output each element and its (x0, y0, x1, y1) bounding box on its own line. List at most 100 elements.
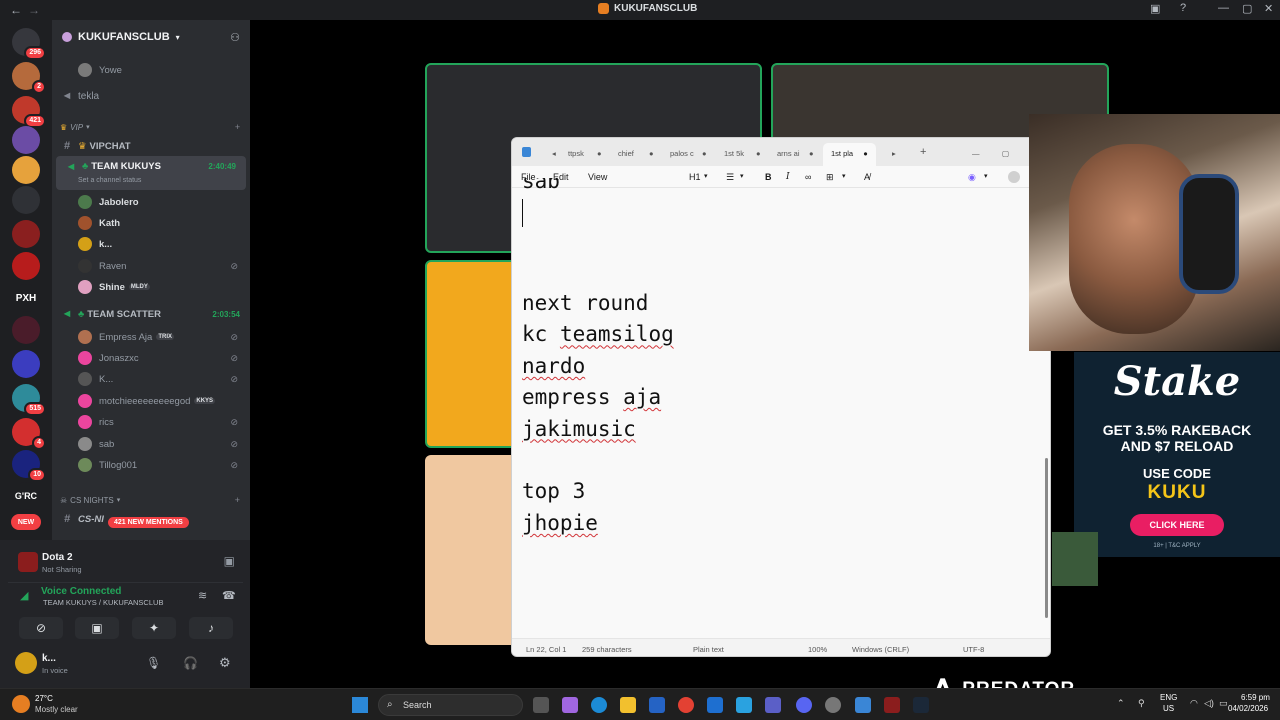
tray-chevron-icon[interactable]: ⌃ (1117, 698, 1125, 709)
category-vip[interactable]: ♛ VIP ▾ + (52, 117, 250, 137)
channel-team-kukuys[interactable]: ◄ ♣ TEAM KUKUYS 2:40:49 Set a channel stat… (56, 156, 246, 190)
voice-channel-label[interactable]: TEAM KUKUYS / KUKUFANSCLUB (43, 598, 163, 607)
windows-start-icon[interactable] (352, 697, 368, 713)
voice-connected-label[interactable]: Voice Connected (41, 586, 121, 597)
server-icon[interactable]: 4 (12, 418, 46, 450)
list-icon[interactable]: ☰ (726, 172, 734, 183)
activities-button[interactable]: ✦ (132, 617, 176, 639)
tab-scroll-right-icon[interactable]: ▸ (892, 149, 896, 158)
maximize-icon[interactable]: ▢ (1242, 2, 1252, 15)
back-icon[interactable]: ← (10, 3, 22, 17)
chrome-icon[interactable] (678, 697, 694, 713)
channel-vipchat[interactable]: # ♛ VIPCHAT (52, 136, 250, 156)
server-dm[interactable]: 296 (12, 28, 46, 60)
italic-icon[interactable]: I (786, 172, 790, 182)
category-cs-nights[interactable]: ☠ CS NIGHTS ▾ + (52, 490, 250, 510)
server-icon[interactable] (12, 156, 40, 184)
voice-member[interactable]: sab ⊘ (52, 434, 250, 454)
settings-gear-icon[interactable]: ⚙ (219, 655, 231, 671)
mail-icon[interactable] (707, 697, 723, 713)
inbox-icon[interactable]: ▣ (1150, 2, 1160, 15)
input-language[interactable]: ENG (1160, 693, 1177, 702)
voice-member[interactable]: K... ⊘ (52, 369, 250, 389)
notepad-tab[interactable]: 1st 5k (724, 149, 744, 158)
channel-status[interactable]: Set a channel status (78, 177, 141, 184)
noise-suppression-icon[interactable]: ≋ (198, 589, 207, 602)
forward-icon[interactable]: → (28, 3, 40, 17)
server-pxh[interactable]: PXH (12, 284, 40, 312)
link-icon[interactable]: ∞ (805, 172, 811, 182)
copilot-icon[interactable]: ◉ (968, 172, 976, 183)
maximize-icon[interactable]: ▢ (1002, 149, 1009, 158)
task-view-icon[interactable] (533, 697, 549, 713)
input-region[interactable]: US (1163, 704, 1174, 713)
add-member-icon[interactable]: ⚇ (230, 31, 240, 44)
screen-share-icon[interactable]: ▣ (224, 554, 235, 568)
copilot-icon[interactable] (562, 697, 578, 713)
channel-tekla[interactable]: ◄ tekla (52, 86, 250, 106)
server-icon[interactable] (12, 220, 40, 248)
steam-icon[interactable] (913, 697, 929, 713)
server-grc[interactable]: G'RC (12, 482, 40, 510)
text-format[interactable]: Plain text (693, 645, 724, 654)
clock-date[interactable]: 04/02/2026 (1228, 704, 1268, 713)
notepad-tab[interactable]: palos c (670, 149, 694, 158)
teams-icon[interactable] (765, 697, 781, 713)
channel-team-scatter[interactable]: ◄ ♣ TEAM SCATTER 2:03:54 (52, 304, 250, 324)
add-channel-icon[interactable]: + (235, 495, 240, 505)
server-icon[interactable]: 2 (12, 62, 46, 94)
clock-time[interactable]: 6:59 pm (1241, 693, 1270, 702)
new-servers-pill[interactable]: NEW (11, 514, 41, 530)
line-ending[interactable]: Windows (CRLF) (852, 645, 909, 654)
tray-app-icon[interactable]: ⚲ (1138, 698, 1145, 709)
server-icon[interactable]: 515 (12, 384, 46, 416)
voice-member[interactable]: rics ⊘ (52, 412, 250, 432)
app-icon[interactable] (825, 697, 841, 713)
server-icon[interactable] (12, 126, 40, 154)
file-explorer-icon[interactable] (620, 697, 636, 713)
camera-button[interactable]: ⊘ (19, 617, 63, 639)
encoding[interactable]: UTF-8 (963, 645, 984, 654)
server-icon[interactable] (12, 316, 40, 344)
server-icon[interactable]: 10 (12, 450, 46, 482)
heading-dropdown[interactable]: H1 (689, 172, 701, 182)
notepad-tab[interactable]: arns ai (777, 149, 800, 158)
dota-taskbar-icon[interactable] (884, 697, 900, 713)
minimize-icon[interactable]: — (1218, 2, 1229, 14)
new-tab-icon[interactable]: + (920, 146, 926, 158)
voice-member[interactable]: motchieeeeeeeeegod KKYS (52, 391, 250, 411)
server-icon[interactable] (12, 186, 40, 214)
microphone-icon[interactable]: 🎙 (146, 656, 161, 670)
weather-temp[interactable]: 27°C (35, 694, 53, 703)
stake-ad[interactable]: Stake GET 3.5% RAKEBACK AND $7 RELOAD US… (1074, 352, 1280, 557)
table-icon[interactable]: ⊞ (826, 172, 834, 183)
menu-view[interactable]: View (588, 172, 607, 182)
headphones-icon[interactable]: 🎧 (183, 656, 198, 670)
disconnect-icon[interactable]: ☎ (222, 589, 236, 602)
soundboard-button[interactable]: ♪ (189, 617, 233, 639)
minimize-icon[interactable]: — (972, 149, 980, 158)
voice-member[interactable]: Shine MLDY (52, 277, 250, 297)
server-kukufansclub[interactable]: 421 (12, 96, 46, 128)
photos-icon[interactable] (736, 697, 752, 713)
clear-format-icon[interactable]: A̸ (864, 172, 870, 182)
user-avatar[interactable] (15, 652, 37, 674)
edge-icon[interactable] (591, 697, 607, 713)
add-channel-icon[interactable]: + (235, 122, 240, 132)
voice-member[interactable]: Raven ⊘ (52, 256, 250, 276)
notepad-tab-active[interactable]: 1st pla ● (823, 143, 876, 166)
volume-icon[interactable]: ◁) (1204, 698, 1214, 709)
close-icon[interactable]: ✕ (1264, 2, 1273, 15)
taskbar-search[interactable]: ⌕ Search (378, 694, 523, 716)
new-mentions-pill[interactable]: 421 NEW MENTIONS (108, 517, 189, 528)
battery-icon[interactable]: ▭ (1219, 698, 1228, 709)
voice-member[interactable]: Jabolero (52, 192, 250, 212)
tab-scroll-left-icon[interactable]: ◂ (552, 149, 556, 158)
server-header[interactable]: KUKUFANSCLUB ▾ ⚇ (52, 20, 250, 54)
screen-share-button[interactable]: ▣ (75, 617, 119, 639)
voice-member[interactable]: k... (52, 234, 250, 254)
username[interactable]: k... (42, 653, 56, 664)
notepad-tab[interactable]: chief (618, 149, 634, 158)
voice-member[interactable]: Tillog001 ⊘ (52, 455, 250, 475)
wifi-icon[interactable]: ◠ (1190, 698, 1198, 709)
